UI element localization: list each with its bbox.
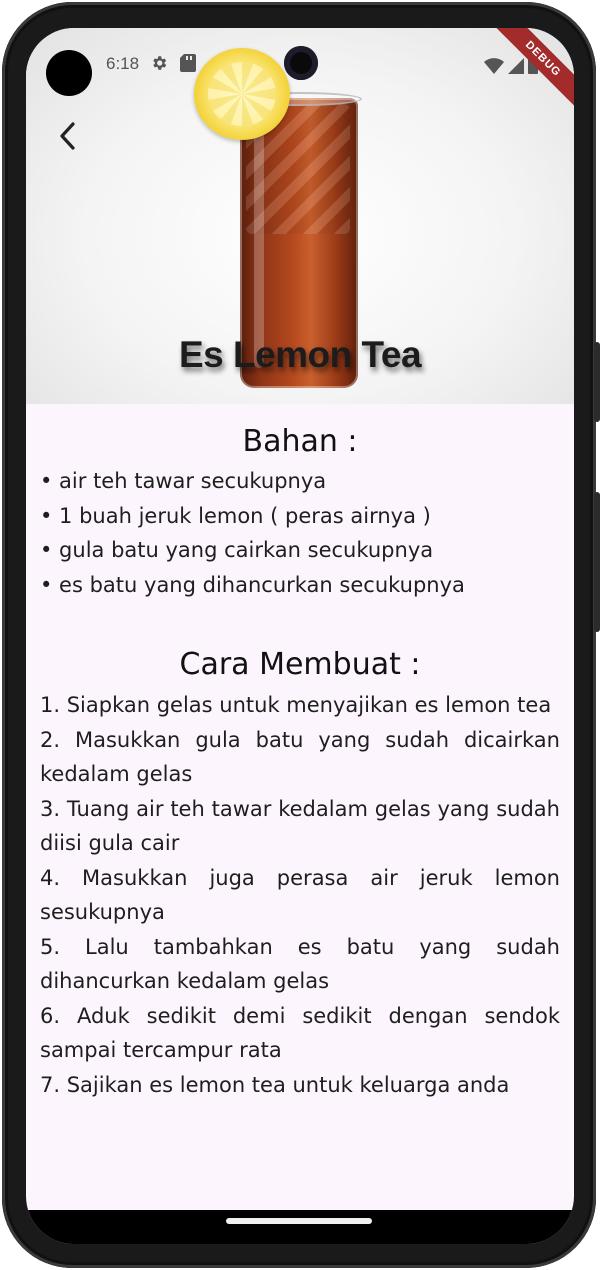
power-button bbox=[594, 492, 600, 632]
ingredients-list: • air teh tawar secukupnya • 1 buah jeru… bbox=[40, 464, 560, 602]
front-camera bbox=[284, 46, 318, 80]
settings-icon bbox=[150, 54, 168, 72]
step-item: 3. Tuang air teh tawar kedalam gelas yan… bbox=[40, 796, 560, 856]
status-time: 6:18 bbox=[106, 54, 140, 73]
app-screen: 6:18 DEBUG Es Lemon Tea Bahan : • air te… bbox=[26, 28, 574, 1244]
steps-heading: Cara Membuat : bbox=[179, 647, 421, 682]
ingredients-heading: Bahan : bbox=[242, 424, 358, 459]
sd-card-icon bbox=[180, 54, 198, 72]
back-button[interactable] bbox=[48, 116, 88, 156]
home-gesture-pill[interactable] bbox=[226, 1218, 372, 1224]
camera-cutout bbox=[46, 50, 92, 96]
step-item: 2. Masukkan gula batu yang sudah dicairk… bbox=[40, 727, 560, 787]
ingredient-item: • es batu yang dihancurkan secukupnya bbox=[40, 572, 465, 597]
step-item: 7. Sajikan es lemon tea untuk keluarga a… bbox=[40, 1072, 510, 1097]
volume-button bbox=[594, 342, 600, 422]
phone-frame: 6:18 DEBUG Es Lemon Tea Bahan : • air te… bbox=[2, 2, 600, 1268]
signal-icon bbox=[508, 58, 524, 74]
ingredient-item: • 1 buah jeruk lemon ( peras airnya ) bbox=[40, 503, 431, 528]
recipe-content: Bahan : • air teh tawar secukupnya • 1 b… bbox=[40, 404, 560, 1102]
ingredient-item: • air teh tawar secukupnya bbox=[40, 469, 327, 493]
wifi-icon bbox=[484, 58, 504, 74]
back-arrow-icon bbox=[60, 122, 75, 150]
step-item: 4. Masukkan juga perasa air jeruk lemon … bbox=[40, 865, 560, 925]
step-item: 1. Siapkan gelas untuk menyajikan es lem… bbox=[40, 693, 552, 717]
ingredient-item: • gula batu yang cairkan secukupnya bbox=[40, 538, 434, 562]
navigation-bar bbox=[26, 1210, 574, 1244]
step-item: 6. Aduk sedikit demi sedikit dengan send… bbox=[40, 1003, 560, 1063]
recipe-title: Es Lemon Tea bbox=[178, 334, 422, 375]
step-item: 5. Lalu tambahkan es batu yang sudah dih… bbox=[40, 934, 560, 994]
steps-list: 1. Siapkan gelas untuk menyajikan es lem… bbox=[40, 688, 560, 1102]
status-bar: 6:18 DEBUG bbox=[26, 28, 574, 113]
